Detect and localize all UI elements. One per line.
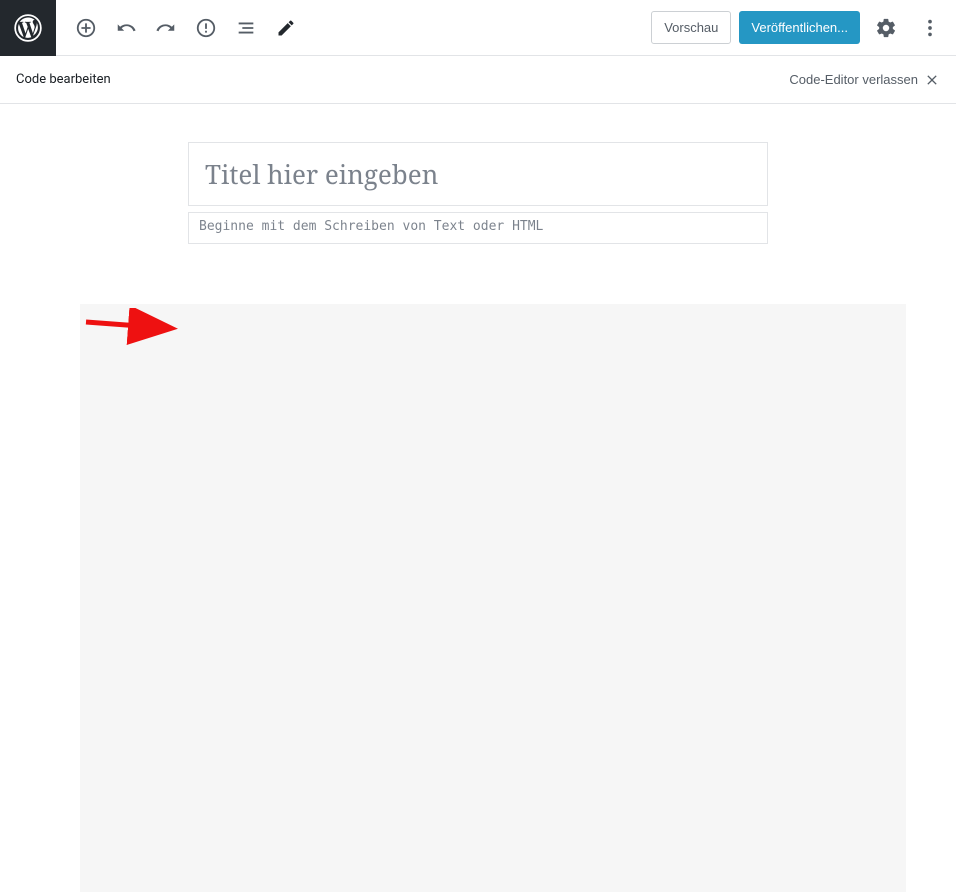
post-title-input[interactable] xyxy=(188,142,768,206)
redo-button[interactable] xyxy=(148,10,184,46)
post-content-input[interactable] xyxy=(188,212,768,244)
toolbar-left-group xyxy=(56,10,304,46)
exit-code-editor-label: Code-Editor verlassen xyxy=(789,72,918,87)
redo-icon xyxy=(155,17,177,39)
exit-code-editor-button[interactable]: Code-Editor verlassen xyxy=(789,72,940,88)
undo-button[interactable] xyxy=(108,10,144,46)
info-button[interactable] xyxy=(188,10,224,46)
preview-button[interactable]: Vorschau xyxy=(651,11,731,44)
editor-area xyxy=(0,104,956,892)
more-options-button[interactable] xyxy=(912,10,948,46)
toolbar-right-group: Vorschau Veröffentlichen... xyxy=(651,10,948,46)
settings-button[interactable] xyxy=(868,10,904,46)
list-icon xyxy=(235,17,257,39)
info-icon xyxy=(195,17,217,39)
close-icon xyxy=(924,72,940,88)
undo-icon xyxy=(115,17,137,39)
code-editor-subbar: Code bearbeiten Code-Editor verlassen xyxy=(0,56,956,104)
top-toolbar: Vorschau Veröffentlichen... xyxy=(0,0,956,56)
wordpress-icon xyxy=(14,14,42,42)
publish-button[interactable]: Veröffentlichen... xyxy=(739,11,860,44)
editor-column xyxy=(188,142,768,892)
outline-button[interactable] xyxy=(228,10,264,46)
plus-circle-icon xyxy=(75,17,97,39)
wordpress-logo[interactable] xyxy=(0,0,56,56)
pencil-icon xyxy=(276,18,296,38)
gear-icon xyxy=(875,17,897,39)
add-block-button[interactable] xyxy=(68,10,104,46)
kebab-icon xyxy=(919,17,941,39)
edit-button[interactable] xyxy=(268,10,304,46)
subbar-title: Code bearbeiten xyxy=(16,72,111,87)
